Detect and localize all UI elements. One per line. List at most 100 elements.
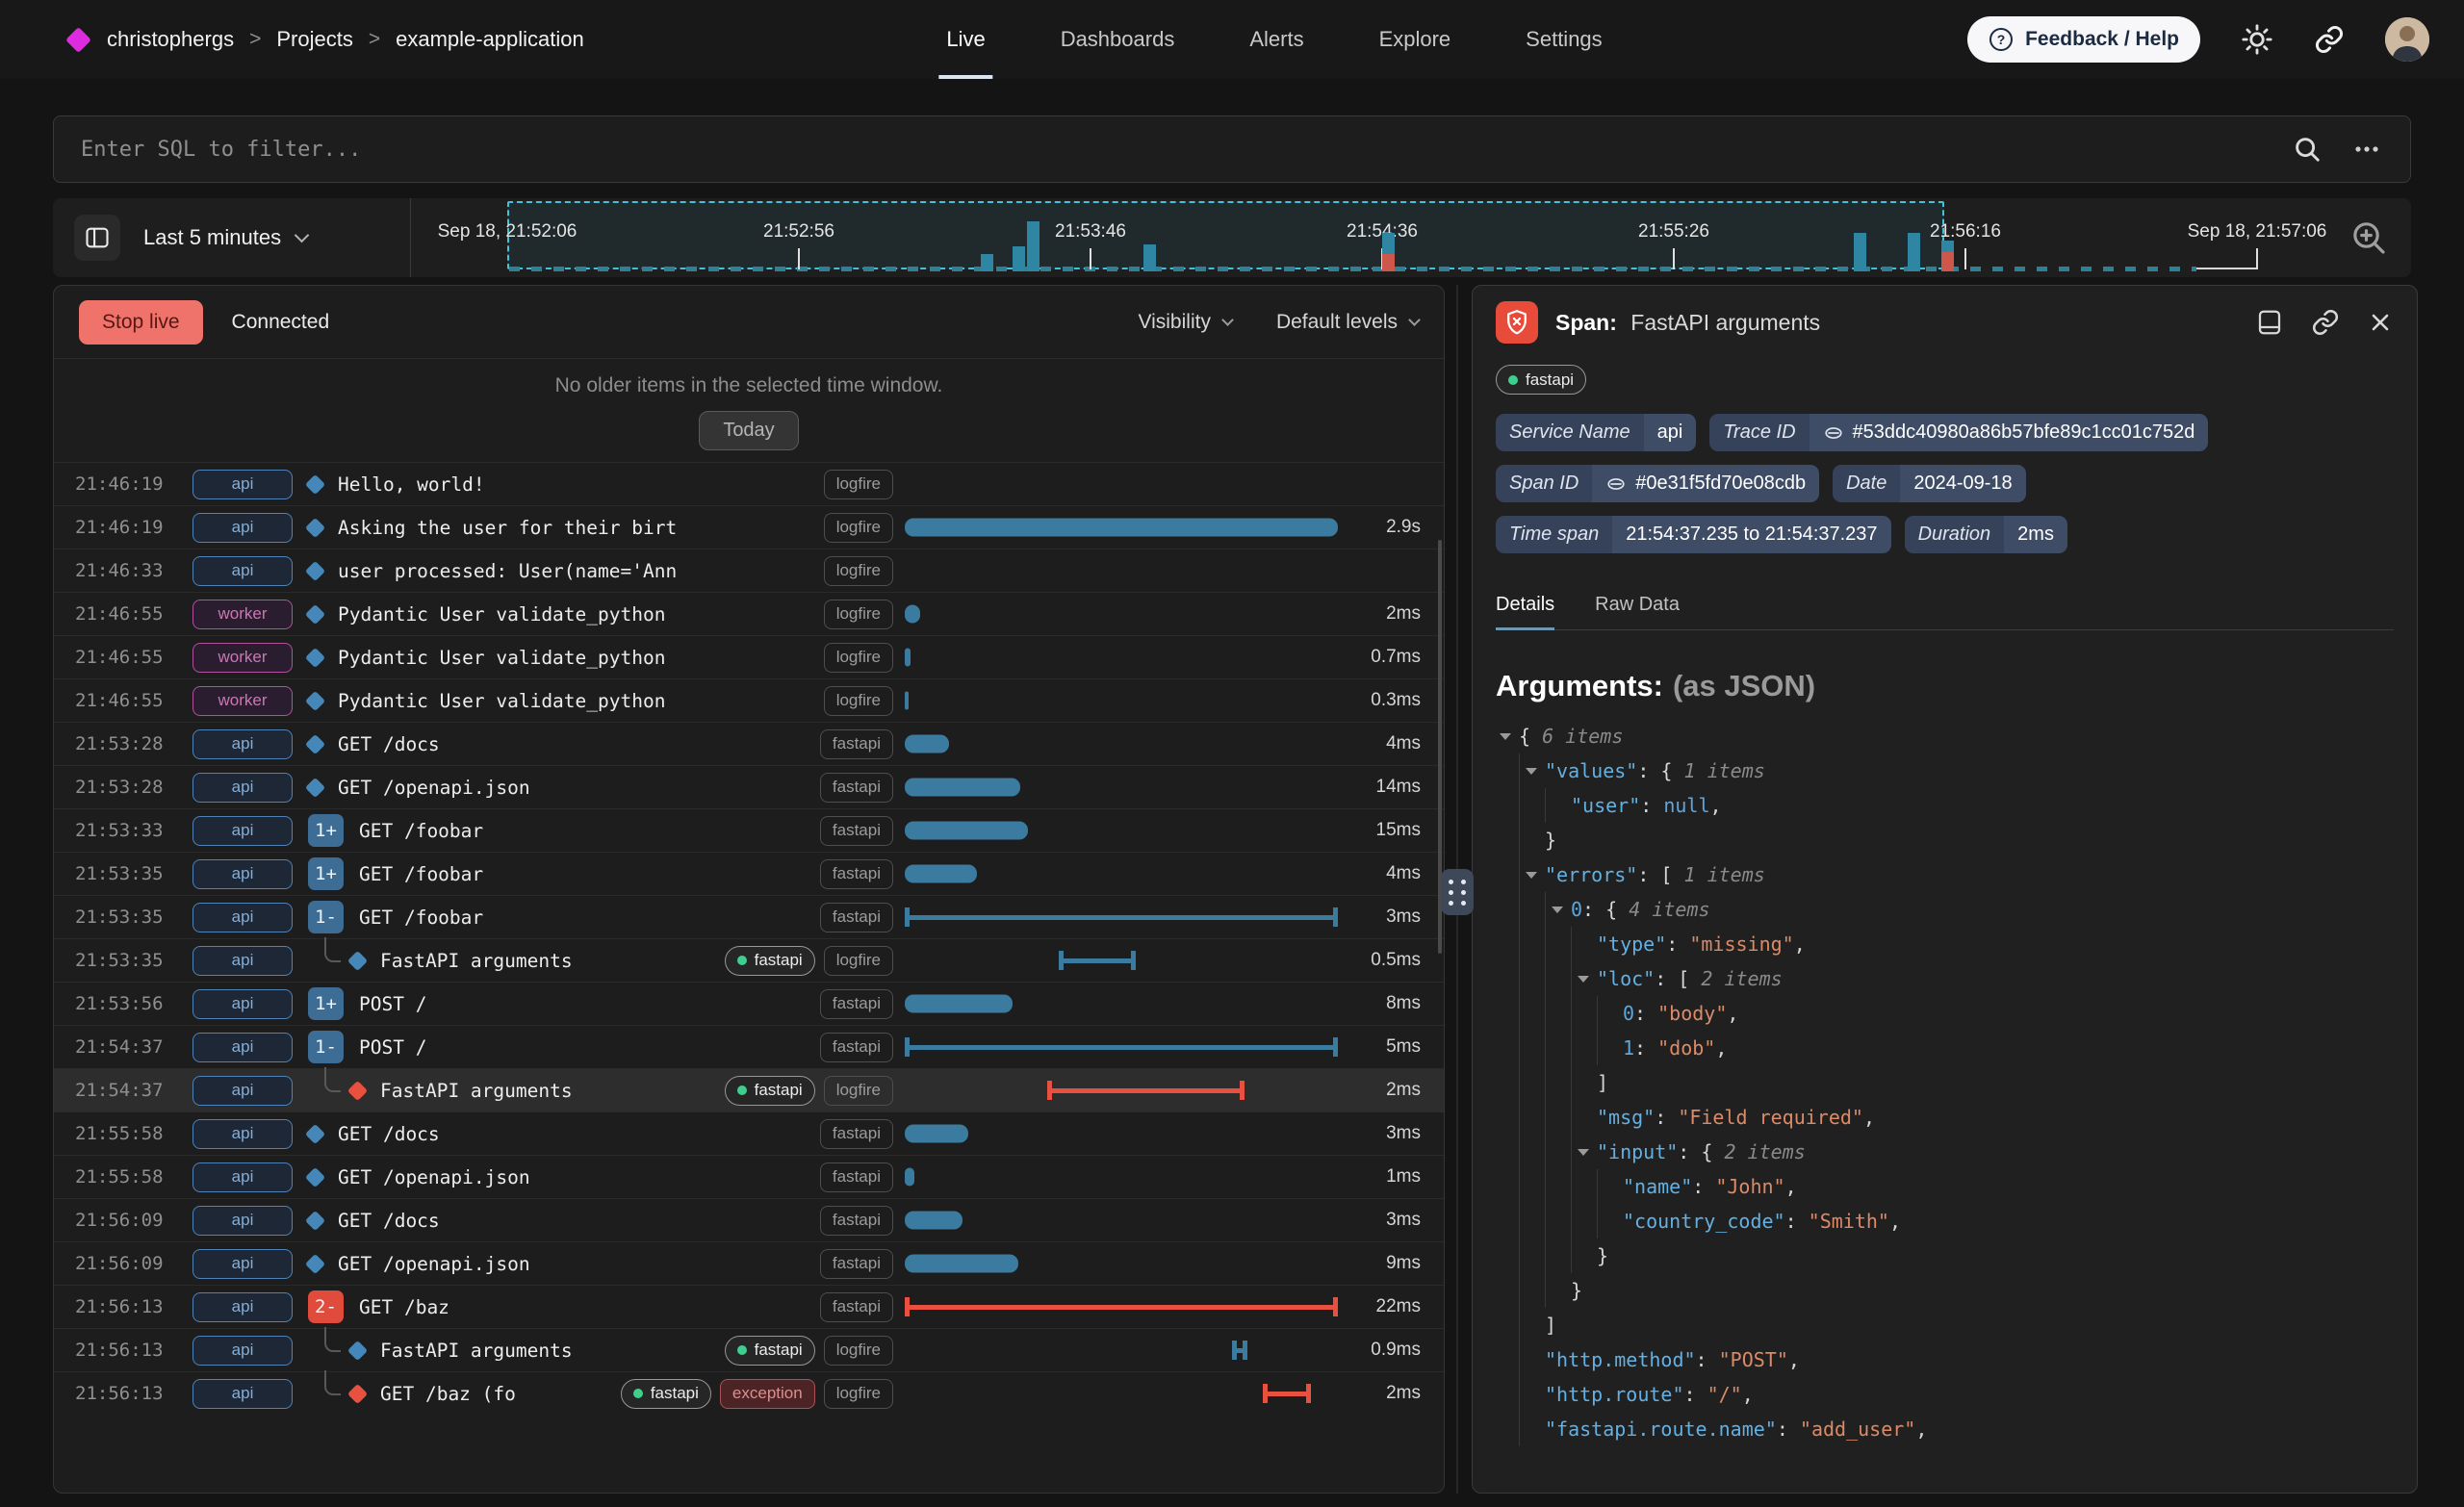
close-icon[interactable] [2367, 309, 2394, 336]
service-badge-api[interactable]: api [192, 946, 293, 976]
service-badge-api[interactable]: api [192, 989, 293, 1019]
expand-children-badge[interactable]: 1+ [308, 814, 344, 847]
trace-row[interactable]: 21:56:09apiGET /openapi.jsonfastapi9ms [54, 1241, 1444, 1285]
tag-fastapi[interactable]: fastapi [820, 1206, 893, 1236]
tag-logfire[interactable]: logfire [824, 1336, 893, 1366]
tag-fastapi[interactable]: fastapi [820, 773, 893, 803]
json-collapse-icon[interactable] [1552, 907, 1563, 913]
dock-panel-button[interactable] [2255, 308, 2284, 337]
expand-children-badge[interactable]: 1+ [308, 987, 344, 1020]
trace-row[interactable]: 21:55:58apiGET /docsfastapi3ms [54, 1111, 1444, 1155]
trace-row[interactable]: 21:46:55workerPydantic User validate_pyt… [54, 678, 1444, 722]
tag-fastapi[interactable]: fastapi [820, 903, 893, 932]
trace-row[interactable]: 21:46:55workerPydantic User validate_pyt… [54, 635, 1444, 678]
tag-fastapi[interactable]: fastapi [725, 1336, 815, 1366]
service-badge-api[interactable]: api [192, 513, 293, 543]
avatar[interactable] [2385, 17, 2429, 62]
trace-row[interactable]: 21:46:55workerPydantic User validate_pyt… [54, 592, 1444, 635]
more-options-icon[interactable] [2350, 135, 2383, 164]
breadcrumb-item[interactable]: example-application [396, 27, 584, 52]
tag-fastapi[interactable]: fastapi [820, 729, 893, 759]
trace-row[interactable]: 21:53:35apiFastAPI argumentsfastapilogfi… [54, 938, 1444, 982]
expand-children-badge[interactable]: 1+ [308, 857, 344, 890]
trace-row[interactable]: 21:54:37api1-POST /fastapi5ms [54, 1025, 1444, 1068]
panel-resize-handle[interactable] [1441, 869, 1474, 915]
tag-fastapi[interactable]: fastapi [820, 859, 893, 889]
sidebar-toggle-button[interactable] [74, 215, 120, 261]
tag-logfire[interactable]: logfire [824, 470, 893, 499]
visibility-dropdown[interactable]: Visibility [1138, 311, 1231, 334]
tag-fastapi[interactable]: fastapi [725, 1076, 815, 1106]
service-badge-api[interactable]: api [192, 1206, 293, 1236]
service-badge-api[interactable]: api [192, 903, 293, 932]
service-badge-api[interactable]: api [192, 1292, 293, 1322]
service-badge-api[interactable]: api [192, 470, 293, 499]
time-range-dropdown[interactable]: Last 5 minutes [143, 225, 307, 250]
tag-logfire[interactable]: logfire [824, 1379, 893, 1409]
nav-tab-dashboards[interactable]: Dashboards [1061, 0, 1175, 79]
json-collapse-icon[interactable] [1578, 976, 1589, 983]
tag-logfire[interactable]: logfire [824, 513, 893, 543]
service-badge-api[interactable]: api [192, 1249, 293, 1279]
trace-row[interactable]: 21:54:37apiFastAPI argumentsfastapilogfi… [54, 1068, 1444, 1111]
tag-fastapi[interactable]: fastapi [820, 1292, 893, 1322]
service-badge-worker[interactable]: worker [192, 643, 293, 673]
service-badge-api[interactable]: api [192, 1119, 293, 1149]
share-link-button[interactable] [2314, 24, 2345, 55]
tag-logfire[interactable]: logfire [824, 600, 893, 629]
trace-row[interactable]: 21:53:28apiGET /openapi.jsonfastapi14ms [54, 765, 1444, 808]
timeline-selection[interactable] [507, 201, 1944, 269]
tag-logfire[interactable]: logfire [824, 946, 893, 976]
service-badge-api[interactable]: api [192, 556, 293, 586]
service-badge-api[interactable]: api [192, 773, 293, 803]
breadcrumb-item[interactable]: Projects [276, 27, 352, 52]
tag-fastapi[interactable]: fastapi [820, 1119, 893, 1149]
service-badge-api[interactable]: api [192, 859, 293, 889]
service-badge-api[interactable]: api [192, 816, 293, 846]
tag-exception[interactable]: exception [720, 1379, 815, 1409]
tag-fastapi[interactable]: fastapi [621, 1379, 711, 1409]
search-icon[interactable] [2293, 135, 2322, 164]
tag-fastapi[interactable]: fastapi [820, 816, 893, 846]
tag-fastapi[interactable]: fastapi [820, 1249, 893, 1279]
tag-logfire[interactable]: logfire [824, 556, 893, 586]
breadcrumb-item[interactable]: christophergs [107, 27, 234, 52]
json-collapse-icon[interactable] [1526, 768, 1537, 775]
logfire-logo-icon[interactable] [65, 27, 91, 53]
tag-fastapi[interactable]: fastapi [820, 1162, 893, 1192]
expand-children-badge[interactable]: 2- [308, 1290, 344, 1323]
tag-logfire[interactable]: logfire [824, 1076, 893, 1106]
tag-fastapi[interactable]: fastapi [820, 989, 893, 1019]
tag-logfire[interactable]: logfire [824, 686, 893, 716]
stop-live-button[interactable]: Stop live [79, 300, 203, 345]
trace-row[interactable]: 21:46:33apiuser processed: User(name='An… [54, 549, 1444, 592]
nav-tab-live[interactable]: Live [946, 0, 985, 79]
service-badge-api[interactable]: api [192, 1336, 293, 1366]
detail-tab-details[interactable]: Details [1496, 594, 1554, 629]
expand-children-badge[interactable]: 1- [308, 1031, 344, 1063]
json-collapse-icon[interactable] [1500, 733, 1511, 740]
json-collapse-icon[interactable] [1578, 1149, 1589, 1156]
service-badge-api[interactable]: api [192, 729, 293, 759]
trace-row[interactable]: 21:53:56api1+POST /fastapi8ms [54, 982, 1444, 1025]
trace-row[interactable]: 21:46:19apiHello, world!logfire [54, 462, 1444, 505]
default-levels-dropdown[interactable]: Default levels [1276, 311, 1419, 334]
trace-row[interactable]: 21:53:33api1+GET /foobarfastapi15ms [54, 808, 1444, 852]
trace-row[interactable]: 21:55:58apiGET /openapi.jsonfastapi1ms [54, 1155, 1444, 1198]
trace-row[interactable]: 21:56:13apiGET /baz (fofastapiexceptionl… [54, 1371, 1444, 1415]
sql-filter-input[interactable] [54, 138, 2293, 162]
service-badge-api[interactable]: api [192, 1033, 293, 1062]
tag-fastapi[interactable]: fastapi [725, 946, 815, 976]
today-button[interactable]: Today [699, 411, 798, 450]
service-badge-api[interactable]: api [192, 1162, 293, 1192]
feedback-help-button[interactable]: ? Feedback / Help [1967, 16, 2200, 63]
service-badge-api[interactable]: api [192, 1379, 293, 1409]
trace-row[interactable]: 21:56:13apiFastAPI argumentsfastapilogfi… [54, 1328, 1444, 1371]
timeline-zoom-in-button[interactable] [2349, 218, 2388, 257]
trace-row[interactable]: 21:56:09apiGET /docsfastapi3ms [54, 1198, 1444, 1241]
tag-fastapi[interactable]: fastapi [820, 1033, 893, 1062]
nav-tab-explore[interactable]: Explore [1379, 0, 1451, 79]
trace-row[interactable]: 21:53:35api1-GET /foobarfastapi3ms [54, 895, 1444, 938]
trace-row[interactable]: 21:53:35api1+GET /foobarfastapi4ms [54, 852, 1444, 895]
trace-row[interactable]: 21:53:28apiGET /docsfastapi4ms [54, 722, 1444, 765]
